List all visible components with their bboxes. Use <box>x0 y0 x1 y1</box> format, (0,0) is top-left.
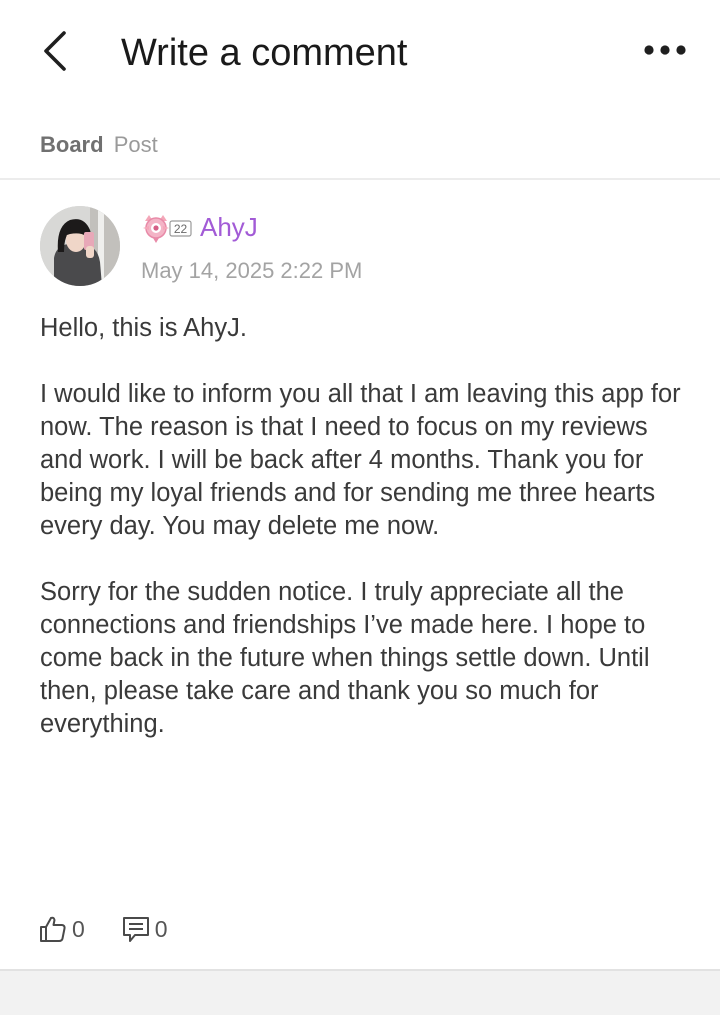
thumbs-up-icon <box>40 916 66 942</box>
post-paragraph: I would like to inform you all that I am… <box>40 380 681 540</box>
post-actions: 0 0 <box>38 912 168 946</box>
avatar[interactable] <box>40 206 120 286</box>
like-count: 0 <box>72 916 85 942</box>
breadcrumb-board[interactable]: Board <box>40 132 104 157</box>
back-button[interactable] <box>30 26 80 76</box>
breadcrumb: Board Post <box>40 131 158 159</box>
author-name[interactable]: AhyJ <box>200 211 258 243</box>
post-paragraph: Sorry for the sudden notice. I truly app… <box>40 578 650 738</box>
post-body: Hello, this is AhyJ. I would like to inf… <box>40 312 690 774</box>
top-app-bar: Write a comment <box>0 0 720 104</box>
comment-count: 0 <box>154 916 168 942</box>
avatar-photo <box>40 206 120 286</box>
level-badge-icon: 22 <box>143 215 192 243</box>
like-button[interactable]: 0 <box>38 914 85 944</box>
post-paragraph: Hello, this is AhyJ. <box>40 314 247 342</box>
post-detail-screen: Write a comment Board Post 22 AhyJ May 1… <box>0 0 720 1015</box>
more-options-button[interactable] <box>640 30 690 70</box>
comment-icon <box>122 917 149 942</box>
breadcrumb-post: Post <box>113 132 158 157</box>
comments-section-background <box>0 971 720 1015</box>
page-title: Write a comment <box>121 32 408 74</box>
level-number: 22 <box>174 222 188 236</box>
header-divider <box>0 178 720 180</box>
chevron-left-icon <box>44 31 66 71</box>
comment-button[interactable]: 0 <box>121 914 168 944</box>
post-timestamp: May 14, 2025 2:22 PM <box>141 258 363 283</box>
more-horizontal-icon <box>644 45 686 55</box>
